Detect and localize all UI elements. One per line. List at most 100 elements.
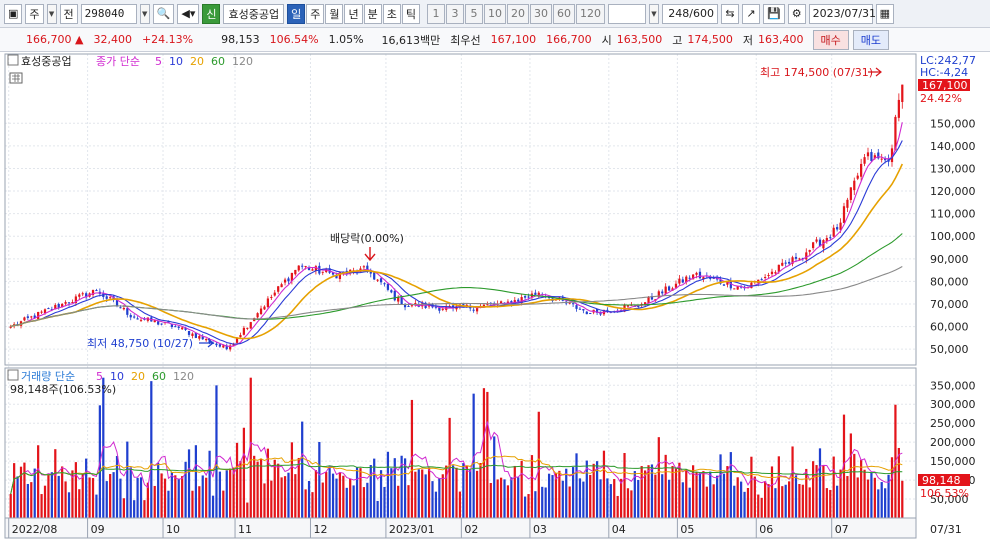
- volume-bar: [325, 472, 328, 518]
- period-tab-0[interactable]: 일: [287, 3, 306, 24]
- candle-body: [472, 309, 475, 311]
- candle-body: [863, 157, 866, 164]
- candle-body: [235, 338, 239, 343]
- sell-button[interactable]: 매도: [852, 29, 890, 50]
- speaker-icon[interactable]: ◀▾: [177, 3, 200, 24]
- stock-chart-svg[interactable]: 50,00060,00070,00080,00090,000100,000110…: [0, 52, 990, 539]
- volume-bar: [681, 482, 684, 518]
- quote-bar: 166,700 ▲ 32,400 +24.13% 98,153 106.54% …: [0, 28, 990, 52]
- volume-bar: [167, 490, 170, 518]
- volume-tick-label: 250,000: [930, 417, 976, 430]
- candle-body: [311, 269, 314, 271]
- draw-tool-icon[interactable]: ↗: [741, 3, 760, 24]
- interval-dropdown-icon[interactable]: ▼: [648, 3, 659, 24]
- candle-body: [153, 320, 156, 323]
- volume-bar: [527, 494, 530, 518]
- open-price: 163,500: [616, 33, 663, 46]
- save-icon[interactable]: 💾: [762, 3, 785, 24]
- stock-code-dropdown-icon[interactable]: ▼: [139, 3, 150, 24]
- chart-type-icon[interactable]: ⇆: [720, 3, 739, 24]
- period-tab-2[interactable]: 월: [325, 3, 344, 24]
- market-selector[interactable]: 주: [25, 3, 44, 24]
- volume-bar: [307, 480, 311, 518]
- interval-button-3[interactable]: 3: [445, 3, 464, 24]
- volume-bar: [311, 492, 314, 518]
- candle-body: [277, 286, 280, 292]
- window-icon[interactable]: ▣: [4, 3, 23, 24]
- volume-bar: [13, 463, 16, 518]
- candle-body: [475, 308, 479, 312]
- candle-body: [390, 290, 393, 293]
- ma-legend-item-5: 5: [155, 55, 162, 68]
- interval-button-20[interactable]: 20: [506, 3, 529, 24]
- period-tab-3[interactable]: 년: [344, 3, 363, 24]
- volume-bar: [788, 481, 791, 518]
- period-tabs: 일주월년분초틱: [287, 3, 420, 24]
- price-tick-label: 120,000: [930, 185, 976, 198]
- calendar-icon[interactable]: ▦: [875, 3, 895, 24]
- volume-bar: [112, 472, 115, 518]
- volume-bar: [287, 472, 290, 518]
- volume-bar: [235, 442, 239, 518]
- period-tab-4[interactable]: 분: [363, 3, 382, 24]
- volume-bar: [205, 477, 208, 518]
- candle-body: [571, 303, 575, 305]
- ma-legend-item-120: 120: [232, 55, 253, 68]
- interval-combo[interactable]: [607, 3, 646, 24]
- volume-bar: [369, 465, 372, 518]
- candle-body: [294, 269, 297, 275]
- interval-button-120[interactable]: 120: [575, 3, 605, 24]
- gear-icon[interactable]: ⚙: [787, 3, 806, 24]
- grid-toggle-icon[interactable]: [9, 72, 23, 84]
- candle-body: [794, 256, 798, 259]
- period-tab-6[interactable]: 틱: [401, 3, 420, 24]
- volume-bar: [818, 448, 822, 518]
- candle-body: [239, 335, 242, 338]
- stock-code-input[interactable]: 298040: [80, 3, 137, 24]
- volume-bar: [81, 473, 84, 518]
- candle-body: [270, 296, 273, 298]
- credit-badge[interactable]: 신: [202, 3, 221, 24]
- market-sub-selector[interactable]: 전: [59, 3, 78, 24]
- volume-bar: [866, 479, 870, 518]
- stock-legend: 효성중공업: [21, 55, 72, 68]
- period-tab-5[interactable]: 초: [382, 3, 401, 24]
- volume-bar: [705, 486, 708, 518]
- buy-button[interactable]: 매수: [812, 29, 849, 50]
- candle-body: [575, 305, 578, 309]
- volume-bar: [359, 468, 362, 518]
- volume-bar: [609, 484, 612, 518]
- volume-bar: [836, 485, 839, 518]
- volume-bar: [496, 479, 499, 518]
- candle-body: [527, 296, 530, 298]
- volume-bar: [16, 476, 19, 518]
- volume-bar: [825, 488, 828, 518]
- volume-bar: [513, 465, 516, 518]
- volume-bar: [61, 466, 64, 518]
- chart-area[interactable]: 50,000 60,000 70,000 80,000 90,000 100,000 110…: [0, 52, 990, 539]
- candle-body: [853, 180, 856, 191]
- candle-body: [362, 266, 366, 268]
- interval-button-10[interactable]: 10: [483, 3, 506, 24]
- volume-bar: [599, 479, 602, 518]
- data-count-display[interactable]: 248/600: [661, 3, 718, 24]
- volume-bar: [253, 455, 256, 518]
- volume-bar: [757, 494, 760, 518]
- market-dropdown-icon[interactable]: ▼: [46, 3, 57, 24]
- date-input[interactable]: 2023/07/31: [808, 3, 876, 24]
- interval-button-5[interactable]: 5: [464, 3, 483, 24]
- volume-bar: [685, 469, 688, 518]
- candle-body: [81, 293, 84, 295]
- candle-body: [805, 252, 808, 260]
- interval-button-1[interactable]: 1: [426, 3, 445, 24]
- candle-body: [897, 99, 900, 118]
- volume-ratio: 106.54%: [269, 33, 319, 46]
- candle-body: [523, 296, 527, 298]
- interval-button-60[interactable]: 60: [552, 3, 575, 24]
- volume-value: 98,153: [221, 33, 260, 46]
- candle-body: [30, 316, 33, 318]
- search-icon[interactable]: 🔍: [152, 3, 175, 24]
- period-tab-1[interactable]: 주: [306, 3, 325, 24]
- interval-button-30[interactable]: 30: [529, 3, 552, 24]
- volume-bar: [530, 455, 534, 518]
